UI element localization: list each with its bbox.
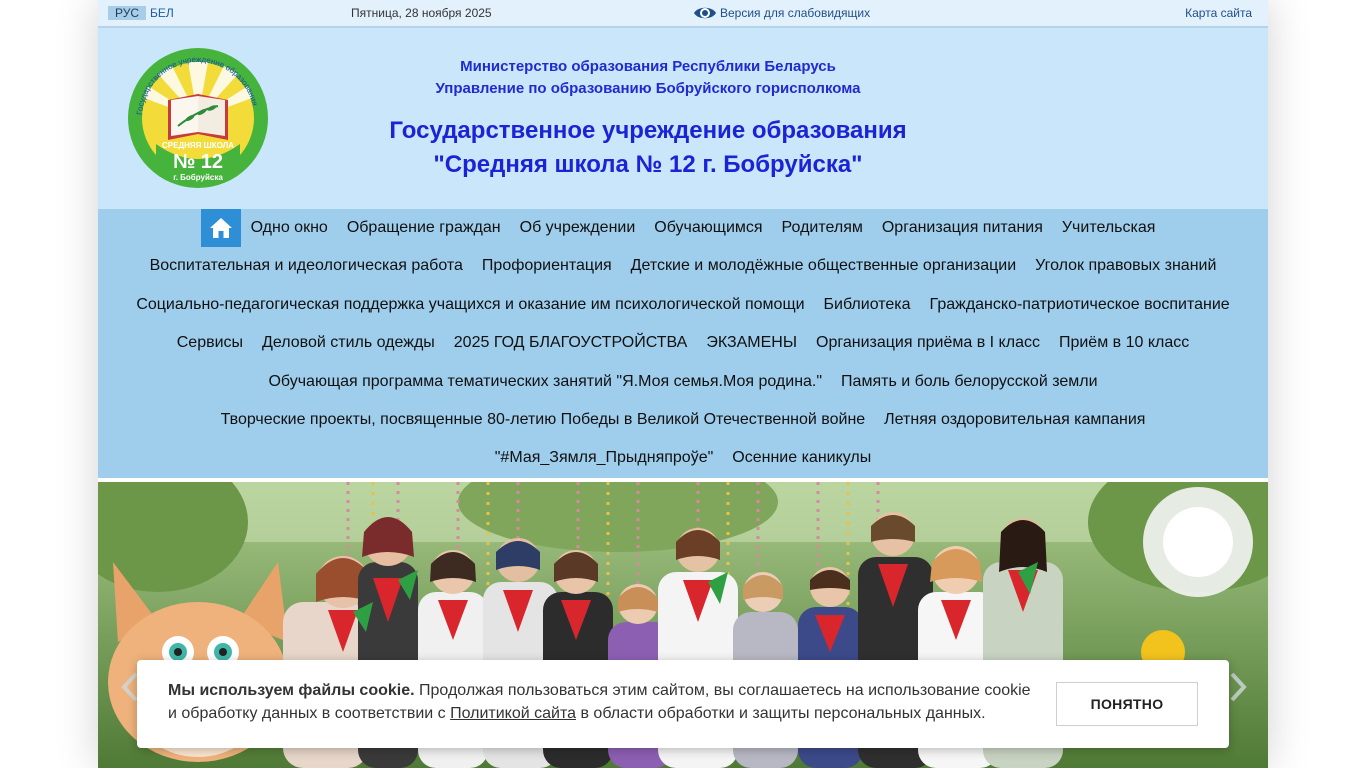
school-logo[interactable]: СРЕДНЯЯ ШКОЛА № 12 г. Бобруйска Государс… bbox=[128, 48, 268, 188]
cookie-bold: Мы используем файлы cookie. bbox=[168, 682, 415, 699]
nav-item-one-window[interactable]: Одно окно bbox=[241, 209, 337, 247]
nav-item-thematic-program[interactable]: Обучающая программа тематических занятий… bbox=[259, 363, 832, 401]
slider-next-icon[interactable] bbox=[1228, 672, 1248, 702]
nav-item-services[interactable]: Сервисы bbox=[167, 324, 252, 362]
eye-icon bbox=[694, 7, 716, 19]
nav-item-parents[interactable]: Родителям bbox=[772, 209, 872, 247]
cookie-banner: Мы используем файлы cookie. Продолжая по… bbox=[137, 660, 1229, 748]
nav-item-exams[interactable]: ЭКЗАМЕНЫ bbox=[697, 324, 807, 362]
privacy-policy-link[interactable]: Политикой сайта bbox=[450, 705, 576, 722]
main-navigation: Одно окно Обращение граждан Об учреждени… bbox=[98, 209, 1268, 478]
low-vision-label: Версия для слабовидящих bbox=[720, 6, 871, 20]
ministry-block: Министерство образования Республики Бела… bbox=[348, 56, 948, 100]
nav-row: Творческие проекты, посвященные 80-летию… bbox=[98, 401, 1268, 439]
nav-item-tenth-grade[interactable]: Приём в 10 класс bbox=[1049, 324, 1198, 362]
nav-item-social-support[interactable]: Социально-педагогическая поддержка учащи… bbox=[127, 286, 814, 324]
nav-item-maya-zyamlya[interactable]: "#Мая_Зямля_Прыдняпроўе" bbox=[485, 439, 723, 477]
top-bar: РУС БЕЛ Пятница, 28 ноября 2025 Версия д… bbox=[98, 0, 1268, 28]
logo-line3: г. Бобруйска bbox=[173, 173, 223, 182]
current-date: Пятница, 28 ноября 2025 bbox=[351, 6, 492, 20]
sitemap-link[interactable]: Карта сайта bbox=[1185, 6, 1252, 20]
nav-row: Воспитательная и идеологическая работа П… bbox=[98, 247, 1268, 285]
cookie-text-part2: в области обработки и защиты персональны… bbox=[576, 705, 986, 722]
language-switcher: РУС БЕЛ bbox=[108, 6, 178, 20]
nav-item-2025-year[interactable]: 2025 ГОД БЛАГОУСТРОЙСТВА bbox=[444, 324, 697, 362]
nav-row: "#Мая_Зямля_Прыдняпроўе" Осенние каникул… bbox=[98, 439, 1268, 477]
nav-item-autumn-holidays[interactable]: Осенние каникулы bbox=[723, 439, 881, 477]
lang-ru[interactable]: РУС bbox=[108, 6, 146, 20]
lang-by[interactable]: БЕЛ bbox=[146, 6, 178, 20]
nav-row: Сервисы Деловой стиль одежды 2025 ГОД БЛ… bbox=[98, 324, 1268, 362]
nav-item-dress-code[interactable]: Деловой стиль одежды bbox=[253, 324, 445, 362]
school-title-line2: "Средняя школа № 12 г. Бобруйска" bbox=[433, 151, 863, 178]
nav-item-upbringing[interactable]: Воспитательная и идеологическая работа bbox=[140, 247, 472, 285]
nav-item-youth-organizations[interactable]: Детские и молодёжные общественные органи… bbox=[621, 247, 1025, 285]
page: РУС БЕЛ Пятница, 28 ноября 2025 Версия д… bbox=[98, 0, 1268, 768]
logo-line2: № 12 bbox=[173, 151, 223, 173]
cookie-accept-button[interactable]: ПОНЯТНО bbox=[1056, 682, 1198, 726]
nav-item-citizen-appeals[interactable]: Обращение граждан bbox=[337, 209, 510, 247]
school-title-line1: Государственное учреждение образования bbox=[389, 117, 907, 144]
nav-item-summer-campaign[interactable]: Летняя оздоровительная кампания bbox=[875, 401, 1155, 439]
nav-item-students[interactable]: Обучающимся bbox=[645, 209, 772, 247]
nav-row: Обучающая программа тематических занятий… bbox=[98, 363, 1268, 401]
nav-item-teachers[interactable]: Учительская bbox=[1052, 209, 1165, 247]
nav-item-legal-corner[interactable]: Уголок правовых знаний bbox=[1026, 247, 1226, 285]
home-button[interactable] bbox=[201, 209, 242, 247]
nav-item-catering[interactable]: Организация питания bbox=[872, 209, 1052, 247]
nav-item-first-grade[interactable]: Организация приёма в I класс bbox=[807, 324, 1050, 362]
nav-item-about[interactable]: Об учреждении bbox=[510, 209, 645, 247]
nav-item-library[interactable]: Библиотека bbox=[814, 286, 920, 324]
home-icon bbox=[210, 218, 233, 238]
site-header: СРЕДНЯЯ ШКОЛА № 12 г. Бобруйска Государс… bbox=[98, 28, 1268, 209]
ministry-line1: Министерство образования Республики Бела… bbox=[460, 58, 836, 75]
logo-line1: СРЕДНЯЯ ШКОЛА bbox=[162, 141, 234, 150]
cookie-text: Мы используем файлы cookie. Продолжая по… bbox=[168, 679, 1043, 725]
nav-item-career-guidance[interactable]: Профориентация bbox=[472, 247, 621, 285]
school-title: Государственное учреждение образования "… bbox=[348, 114, 948, 182]
nav-item-memory[interactable]: Память и боль белорусской земли bbox=[832, 363, 1107, 401]
ministry-line2: Управление по образованию Бобруйского го… bbox=[435, 80, 861, 97]
nav-item-patriotic[interactable]: Гражданско-патриотическое воспитание bbox=[920, 286, 1239, 324]
nav-row: Одно окно Обращение граждан Об учреждени… bbox=[98, 209, 1268, 247]
low-vision-link[interactable]: Версия для слабовидящих bbox=[693, 3, 870, 23]
nav-item-victory-projects[interactable]: Творческие проекты, посвященные 80-летию… bbox=[211, 401, 875, 439]
nav-row: Социально-педагогическая поддержка учащи… bbox=[98, 286, 1268, 324]
